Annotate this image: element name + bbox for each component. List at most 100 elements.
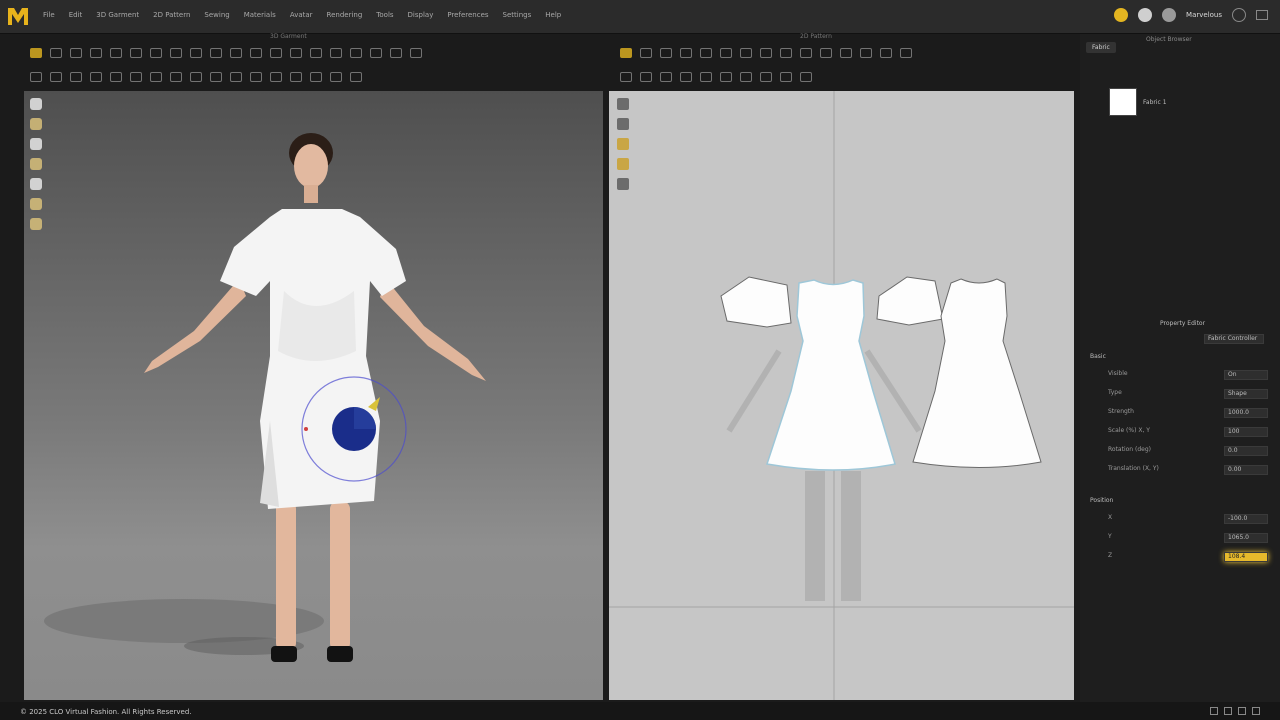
prop-value[interactable]: 1065.0 (1224, 533, 1268, 543)
wind-icon[interactable] (90, 72, 102, 82)
cursor-icon[interactable] (617, 98, 629, 110)
settings-icon[interactable] (1138, 8, 1153, 22)
tab-fabric[interactable]: Fabric (1086, 42, 1116, 53)
transform-pattern-icon[interactable] (620, 48, 632, 58)
sphere-icon[interactable] (210, 72, 222, 82)
annotation-icon[interactable] (740, 72, 752, 82)
prop-value[interactable]: 1000.0 (1224, 408, 1268, 418)
fabric-item-label[interactable]: Fabric 1 (1143, 99, 1167, 106)
shadow-icon[interactable] (270, 72, 282, 82)
arrange-icon[interactable] (50, 72, 62, 82)
bird-icon[interactable] (1162, 8, 1177, 22)
avatar-icon[interactable] (70, 72, 82, 82)
fabric-view-icon[interactable] (640, 72, 652, 82)
search-icon[interactable] (1232, 8, 1246, 22)
sphere-tool-icon[interactable] (30, 218, 42, 230)
tab-object-browser[interactable]: Object Browser (1146, 36, 1192, 43)
seam-allowance-icon[interactable] (880, 48, 892, 58)
free-sewing-icon[interactable] (820, 48, 832, 58)
prop-value-active[interactable]: 108.4 (1224, 552, 1268, 562)
notch-icon[interactable] (900, 48, 912, 58)
menu-3d-garment[interactable]: 3D Garment (89, 11, 146, 19)
menu-2d-pattern[interactable]: 2D Pattern (146, 11, 197, 19)
select-tool-icon[interactable] (30, 48, 42, 58)
camera-icon[interactable] (230, 72, 242, 82)
pattern-color-icon[interactable] (617, 138, 629, 150)
simulate-icon[interactable] (30, 72, 42, 82)
measure-tool-icon[interactable] (110, 48, 122, 58)
window-icon[interactable] (1256, 10, 1268, 20)
menu-sewing[interactable]: Sewing (197, 11, 236, 19)
graphic-tool-icon[interactable] (290, 48, 302, 58)
smooth-tool-icon[interactable] (350, 48, 362, 58)
property-type-dropdown[interactable]: Fabric Controller (1204, 334, 1264, 344)
hanger-icon[interactable] (30, 158, 42, 170)
fold-tool-icon[interactable] (90, 48, 102, 58)
internal-polygon-icon[interactable] (760, 48, 772, 58)
dart-icon[interactable] (780, 48, 792, 58)
brush-tool-icon[interactable] (330, 48, 342, 58)
pin-view-icon[interactable] (30, 178, 42, 190)
layout-icon[interactable] (760, 72, 772, 82)
body-icon[interactable] (30, 198, 42, 210)
fabric-tool-icon[interactable] (410, 48, 422, 58)
topstitch-tool-icon[interactable] (230, 48, 242, 58)
notification-icon[interactable] (1114, 8, 1129, 22)
sewing-view-icon[interactable] (660, 72, 672, 82)
grab-icon[interactable] (617, 118, 629, 130)
2d-pattern-window[interactable] (609, 91, 1074, 700)
prop-value[interactable]: Shape (1224, 389, 1268, 399)
menu-tools[interactable]: Tools (369, 11, 400, 19)
edit-curvature-icon[interactable] (660, 48, 672, 58)
pattern-sleeve-left[interactable] (720, 276, 792, 328)
pattern-sleeve-right[interactable] (876, 276, 944, 326)
menu-materials[interactable]: Materials (237, 11, 283, 19)
grain-line-icon[interactable] (860, 48, 872, 58)
section-position[interactable]: Position (1090, 497, 1113, 504)
menu-display[interactable]: Display (401, 11, 441, 19)
strain-map-icon[interactable] (110, 72, 122, 82)
prop-value[interactable]: 100 (1224, 427, 1268, 437)
user-name[interactable]: Marvelous (1186, 11, 1222, 19)
menu-rendering[interactable]: Rendering (320, 11, 370, 19)
symmetric-icon[interactable] (720, 72, 732, 82)
polygon-icon[interactable] (700, 48, 712, 58)
pattern-view-icon[interactable] (620, 72, 632, 82)
print-icon[interactable] (800, 72, 812, 82)
fullscreen-icon[interactable] (1252, 707, 1260, 715)
skeleton-icon[interactable] (310, 72, 322, 82)
fabric-swatch-icon[interactable] (617, 158, 629, 170)
app-logo-icon[interactable] (6, 4, 30, 28)
add-point-icon[interactable] (680, 48, 692, 58)
trim-tool-icon[interactable] (150, 48, 162, 58)
export-icon[interactable] (780, 72, 792, 82)
menu-settings[interactable]: Settings (496, 11, 539, 19)
circle-icon[interactable] (740, 48, 752, 58)
fabric-swatch[interactable] (1109, 88, 1137, 116)
check-sewing-icon[interactable] (840, 48, 852, 58)
shrink-tool-icon[interactable] (370, 48, 382, 58)
avatar-model[interactable] (144, 133, 486, 662)
buttonhole-tool-icon[interactable] (190, 48, 202, 58)
zipper-tool-icon[interactable] (210, 48, 222, 58)
layout-toggle-icon[interactable] (1238, 707, 1246, 715)
texture-view-icon[interactable] (170, 72, 182, 82)
tack-tool-icon[interactable] (130, 48, 142, 58)
x-ray-icon[interactable] (290, 72, 302, 82)
snap-toggle-icon[interactable] (1224, 707, 1232, 715)
menu-avatar[interactable]: Avatar (283, 11, 320, 19)
mesh-view-icon[interactable] (190, 72, 202, 82)
fit-map-icon[interactable] (150, 72, 162, 82)
stress-map-icon[interactable] (130, 72, 142, 82)
3d-viewport[interactable] (24, 91, 603, 700)
prop-value[interactable]: 0.00 (1224, 465, 1268, 475)
steam-tool-icon[interactable] (390, 48, 402, 58)
ruler-icon[interactable] (700, 72, 712, 82)
avatar-view-icon[interactable] (30, 138, 42, 150)
menu-edit[interactable]: Edit (62, 11, 90, 19)
rectangle-icon[interactable] (720, 48, 732, 58)
segment-sewing-icon[interactable] (800, 48, 812, 58)
menu-help[interactable]: Help (538, 11, 568, 19)
prop-value[interactable]: On (1224, 370, 1268, 380)
tape-tool-icon[interactable] (270, 48, 282, 58)
